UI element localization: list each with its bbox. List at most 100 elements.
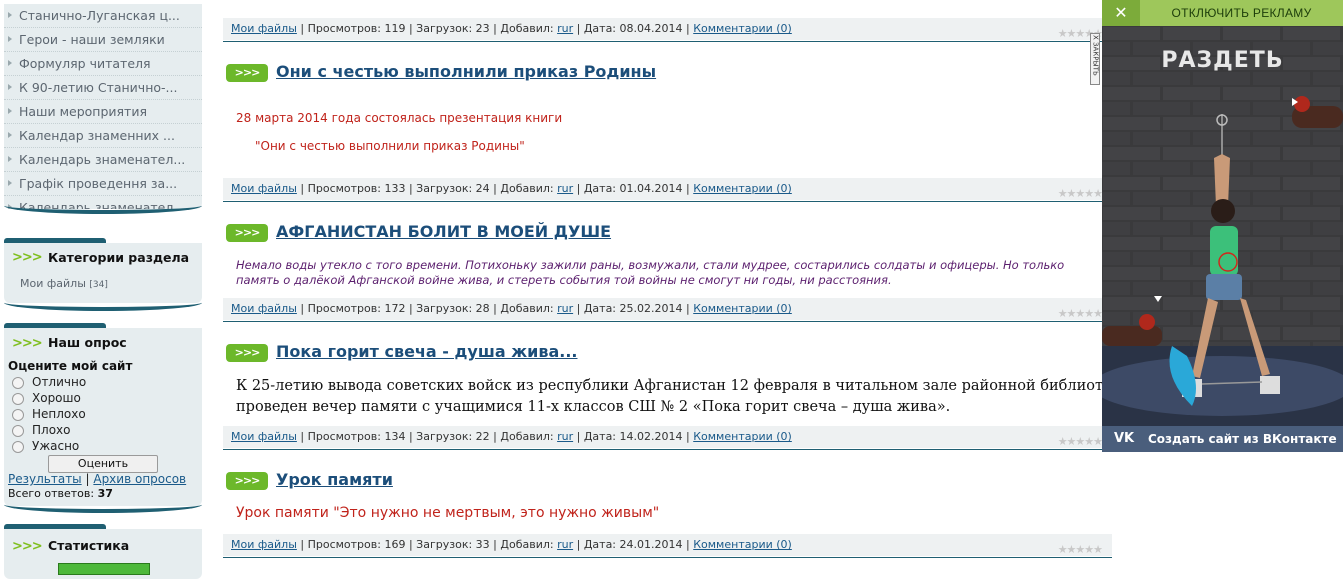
ad-vk-label[interactable]: Создать сайт из ВКонтакте: [1148, 432, 1337, 446]
date-value: 01.04.2014: [619, 182, 683, 195]
poll-title: Наш опрос: [48, 335, 127, 350]
ad-illustration: [1102, 26, 1343, 426]
nav-block-divider: [4, 204, 202, 214]
files-link[interactable]: Мои файлы: [231, 430, 297, 443]
downloads-count: 24: [475, 182, 490, 195]
vote-button[interactable]: Оценить: [48, 455, 158, 473]
post-body-line: "Они с честью выполнили приказ Родины": [255, 139, 525, 153]
post-arrows-icon: >>>: [226, 344, 268, 362]
views-label: Просмотров:: [307, 430, 381, 443]
downloads-label: Загрузок:: [416, 22, 473, 35]
ad-side-close-label[interactable]: X ЗАКРЫТЬ: [1092, 35, 1100, 76]
date-value: 25.02.2014: [619, 302, 683, 315]
close-icon[interactable]: ✕: [1102, 0, 1140, 26]
date-value: 14.02.2014: [619, 430, 683, 443]
ad-disable-bar[interactable]: ✕ ОТКЛЮЧИТЬ РЕКЛАМУ: [1102, 0, 1343, 26]
added-label: Добавил:: [500, 22, 554, 35]
added-label: Добавил:: [500, 430, 554, 443]
poll-option-label: Неплохо: [32, 407, 86, 421]
poll-option-label: Ужасно: [32, 439, 80, 453]
category-item[interactable]: Мои файлы [34]: [20, 277, 108, 290]
categories-arrows-icon: >>>: [12, 250, 43, 265]
file-list: Мои файлы | Просмотров: 119 | Загрузок: …: [223, 0, 1130, 570]
radio-icon[interactable]: [12, 424, 24, 437]
post-title-link[interactable]: Пока горит свеча - душа жива...: [276, 342, 578, 361]
sidebar-nav-label[interactable]: Календарь знаменател...: [19, 152, 185, 167]
sidebar-nav-item[interactable]: Календар знаменних ...: [4, 124, 202, 148]
sidebar-nav-item[interactable]: Календарь знаменател...: [4, 148, 202, 172]
poll-option[interactable]: Отлично: [12, 375, 86, 389]
radio-icon[interactable]: [12, 408, 24, 421]
downloads-count: 33: [475, 538, 490, 551]
poll-option[interactable]: Ужасно: [12, 439, 79, 453]
views-label: Просмотров:: [307, 302, 381, 315]
files-link[interactable]: Мои файлы: [231, 22, 297, 35]
post-title-link[interactable]: АФГАНИСТАН БОЛИТ В МОЕЙ ДУШЕ: [276, 222, 611, 241]
author-link[interactable]: rur: [557, 302, 573, 315]
author-link[interactable]: rur: [557, 538, 573, 551]
poll-option[interactable]: Неплохо: [12, 407, 86, 421]
post-title-link[interactable]: Урок памяти: [276, 470, 393, 489]
sidebar-nav-label[interactable]: К 90-летию Станично-...: [19, 80, 177, 95]
poll-results-link[interactable]: Результаты: [8, 472, 82, 486]
added-label: Добавил:: [500, 182, 554, 195]
author-link[interactable]: rur: [557, 22, 573, 35]
ad-side-close-button[interactable]: X ЗАКРЫТЬ: [1090, 33, 1100, 85]
ad-vk-bar[interactable]: VK Создать сайт из ВКонтакте: [1102, 426, 1343, 452]
poll-links-separator: |: [85, 472, 90, 486]
author-link[interactable]: rur: [557, 182, 573, 195]
sidebar-nav-item[interactable]: Станично-Луганская ц...: [4, 4, 202, 28]
radio-icon[interactable]: [12, 440, 24, 453]
files-link[interactable]: Мои файлы: [231, 182, 297, 195]
post-body-line: проведен вечер памяти с учащимися 11-х к…: [236, 399, 951, 415]
sidebar-nav-item[interactable]: К 90-летию Станично-...: [4, 76, 202, 100]
views-count: 172: [384, 302, 406, 315]
post-meta-bar: Мои файлы | Просмотров: 133 | Загрузок: …: [223, 178, 1112, 200]
counter-badge[interactable]: [58, 563, 150, 575]
added-label: Добавил:: [500, 538, 554, 551]
poll-archive-link[interactable]: Архив опросов: [93, 472, 186, 486]
categories-title: Категории раздела: [48, 250, 190, 265]
sidebar-nav-label[interactable]: Формуляр читателя: [19, 56, 151, 71]
bullet-icon: [8, 132, 12, 138]
downloads-count: 22: [475, 430, 490, 443]
ad-headline[interactable]: РАЗДЕТЬ: [1102, 48, 1343, 73]
files-link[interactable]: Мои файлы: [231, 538, 297, 551]
sidebar-nav-item[interactable]: Графік проведення за...: [4, 172, 202, 196]
date-value: 08.04.2014: [619, 22, 683, 35]
sidebar-nav-label[interactable]: Календар знаменних ...: [19, 128, 175, 143]
sidebar-nav-item[interactable]: Наши мероприятия: [4, 100, 202, 124]
poll-option-label: Хорошо: [32, 391, 81, 405]
sidebar-nav-label[interactable]: Станично-Луганская ц...: [19, 8, 180, 23]
poll-question: Оцените мой сайт: [8, 359, 133, 373]
comments-link[interactable]: Комментарии (0): [693, 182, 792, 195]
radio-icon[interactable]: [12, 376, 24, 389]
comments-link[interactable]: Комментарии (0): [693, 22, 792, 35]
category-item-label[interactable]: Мои файлы: [20, 277, 86, 290]
post-arrows-icon: >>>: [226, 472, 268, 490]
views-label: Просмотров:: [307, 538, 381, 551]
sidebar-nav-item[interactable]: Герои - наши земляки: [4, 28, 202, 52]
author-link[interactable]: rur: [557, 430, 573, 443]
poll-option[interactable]: Хорошо: [12, 391, 81, 405]
ad-image[interactable]: РАЗДЕТЬ: [1102, 26, 1343, 426]
comments-link[interactable]: Комментарии (0): [693, 302, 792, 315]
post-divider: [223, 41, 1112, 42]
comments-link[interactable]: Комментарии (0): [693, 538, 792, 551]
sidebar-nav-label[interactable]: Графік проведення за...: [19, 176, 177, 191]
sidebar-nav-label[interactable]: Наши мероприятия: [19, 104, 147, 119]
radio-icon[interactable]: [12, 392, 24, 405]
ad-panel[interactable]: ✕ ОТКЛЮЧИТЬ РЕКЛАМУ РАЗДЕТЬ VK Создать с…: [1102, 0, 1343, 452]
comments-link[interactable]: Комментарии (0): [693, 430, 792, 443]
sidebar-nav-label[interactable]: Герои - наши земляки: [19, 32, 165, 47]
files-link[interactable]: Мои файлы: [231, 302, 297, 315]
bullet-icon: [8, 180, 12, 186]
sidebar-nav-item[interactable]: Формуляр читателя: [4, 52, 202, 76]
post-title-link[interactable]: Они с честью выполнили приказ Родины: [276, 62, 656, 81]
ad-disable-label[interactable]: ОТКЛЮЧИТЬ РЕКЛАМУ: [1144, 0, 1339, 26]
bullet-icon: [8, 156, 12, 162]
date-label: Дата:: [583, 538, 617, 551]
bullet-icon: [8, 108, 12, 114]
downloads-count: 23: [475, 22, 490, 35]
poll-option[interactable]: Плохо: [12, 423, 70, 437]
